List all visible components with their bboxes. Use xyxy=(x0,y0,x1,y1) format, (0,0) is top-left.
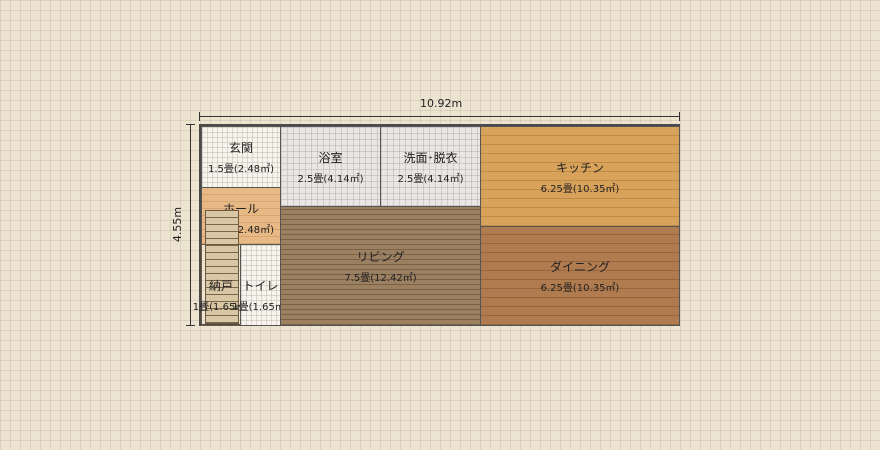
room-name: 納戸 xyxy=(208,279,233,293)
room-area: 1.5畳(2.48㎡) xyxy=(208,164,274,175)
room-living[interactable]: リビング 7.5畳(12.42㎡) xyxy=(280,206,481,326)
room-name: キッチン xyxy=(555,160,604,175)
room-kitchen[interactable]: キッチン 6.25畳(10.35㎡) xyxy=(480,126,680,227)
width-dimension-tick-right xyxy=(679,112,680,121)
room-toilet[interactable]: トイレ 1畳(1.65㎡) xyxy=(232,244,289,326)
room-name: トイレ xyxy=(242,279,279,293)
room-name: リビング xyxy=(356,250,405,264)
room-dining[interactable]: ダイニング 6.25畳(10.35㎡) xyxy=(480,226,680,326)
width-dimension-label: 10.92m xyxy=(420,97,463,110)
height-dimension-tick-bottom xyxy=(186,325,195,326)
room-area: 7.5畳(12.42㎡) xyxy=(344,273,417,284)
height-dimension-line xyxy=(190,124,191,326)
floor-plan: 玄関 1.5畳(2.48㎡) ホール 1.5畳(2.48㎡) 納戸 1畳(1.6… xyxy=(193,124,680,326)
room-area: 2.5畳(4.14㎡) xyxy=(397,173,464,185)
height-dimension-label: 4.55m xyxy=(171,206,185,243)
room-bath[interactable]: 浴室 2.5畳(4.14㎡) xyxy=(280,126,381,207)
room-area: 6.25畳(10.35㎡) xyxy=(540,183,620,195)
height-dimension-tick-top xyxy=(186,124,195,125)
room-name: 玄関 xyxy=(228,141,253,155)
room-nando[interactable]: 納戸 1畳(1.65㎡) xyxy=(193,244,249,326)
room-genkan[interactable]: 玄関 1.5畳(2.48㎡) xyxy=(201,126,281,188)
room-area: 6.25畳(10.35㎡) xyxy=(540,283,620,294)
room-name: 洗面･脱衣 xyxy=(403,150,458,165)
width-dimension-tick-left xyxy=(199,112,200,121)
width-dimension-line xyxy=(199,116,680,117)
room-name: ダイニング xyxy=(549,260,610,274)
room-washroom[interactable]: 洗面･脱衣 2.5畳(4.14㎡) xyxy=(380,126,481,207)
room-name: 浴室 xyxy=(318,150,343,165)
room-area: 2.5畳(4.14㎡) xyxy=(297,173,364,185)
